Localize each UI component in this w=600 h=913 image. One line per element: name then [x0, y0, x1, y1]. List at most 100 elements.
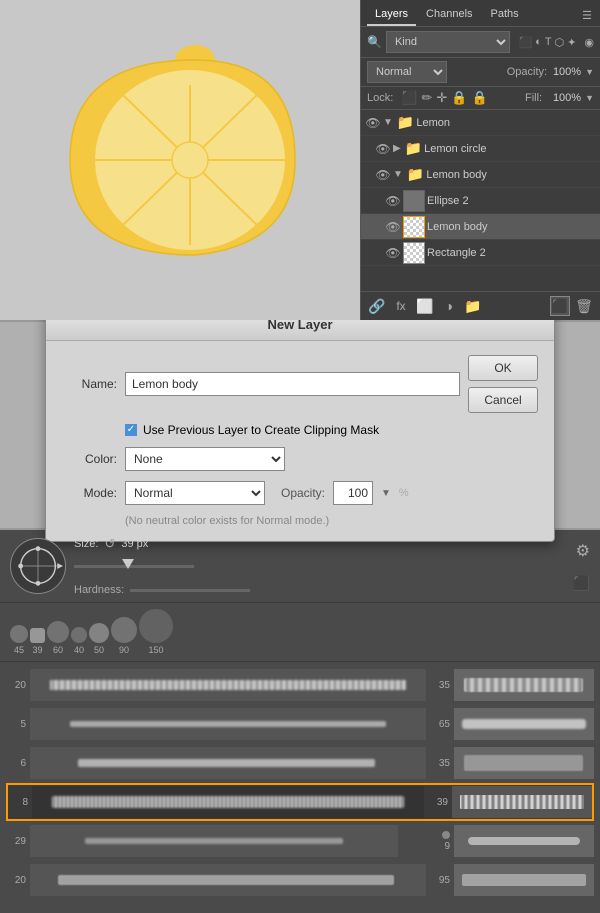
brush-dot: [442, 831, 450, 839]
eye-icon[interactable]: 👁: [365, 115, 381, 131]
tab-layers[interactable]: Layers: [367, 4, 416, 26]
layer-mask-icon[interactable]: ⬜: [415, 296, 435, 316]
lock-artboard-icon[interactable]: 🔒: [451, 90, 467, 106]
expand-arrow[interactable]: ▶: [393, 143, 401, 154]
dialog-section: New Layer Name: OK Cancel ✓ Use Previous…: [0, 320, 600, 530]
folder-icon: 📁: [407, 166, 424, 183]
panel-menu-icon[interactable]: ☰: [580, 8, 594, 22]
mode-opacity-row: Normal Opacity: 100% ▼: [361, 58, 600, 87]
checkbox-label: Use Previous Layer to Create Clipping Ma…: [143, 423, 379, 437]
opacity-label: Opacity:: [281, 486, 325, 500]
opacity-input[interactable]: [333, 481, 373, 505]
expand-arrow[interactable]: ▼: [383, 117, 393, 128]
brush-extra-icon[interactable]: ⬛: [573, 575, 590, 592]
mode-select[interactable]: Normal: [125, 481, 265, 505]
lock-transparent-icon[interactable]: ⬛: [401, 90, 417, 106]
layer-effects-icon[interactable]: fx: [391, 296, 411, 316]
eye-icon[interactable]: 👁: [375, 141, 391, 157]
brush-preset-icon[interactable]: 50: [89, 623, 109, 655]
brush-size-right: 95: [430, 875, 450, 886]
clipping-mask-checkbox[interactable]: ✓: [125, 424, 137, 436]
list-item[interactable]: 👁 Ellipse 2: [361, 188, 600, 214]
link-layers-icon[interactable]: 🔗: [367, 296, 387, 316]
lock-image-icon[interactable]: ✏: [421, 90, 432, 106]
brush-preset-icon[interactable]: 60: [47, 621, 69, 655]
smart-filter-icon[interactable]: ✦: [567, 36, 576, 49]
brush-preset-size: 45: [14, 645, 24, 655]
brush-preset-size: 150: [148, 645, 163, 655]
cancel-button[interactable]: Cancel: [468, 387, 538, 413]
lock-fill-row: Lock: ⬛ ✏ ✛ 🔒 🔒 Fill: 100% ▼: [361, 87, 600, 110]
brush-preset-icon[interactable]: 40: [71, 627, 87, 655]
brush-list-row[interactable]: 20 95: [6, 861, 594, 899]
brush-num: 5: [6, 719, 26, 730]
layer-name: Lemon circle: [424, 143, 596, 155]
tab-channels[interactable]: Channels: [418, 4, 480, 26]
delete-layer-icon[interactable]: 🗑: [574, 296, 594, 316]
brush-list-row[interactable]: 20 35: [6, 666, 594, 704]
shape-filter-icon[interactable]: ⬡: [555, 36, 565, 49]
brush-preset-icon[interactable]: 150: [139, 609, 173, 655]
brush-list: 20 35 5 65 6 35: [0, 662, 600, 913]
eye-icon[interactable]: 👁: [385, 219, 401, 235]
group-layers-icon[interactable]: 📁: [463, 296, 483, 316]
mode-select[interactable]: Normal: [367, 61, 447, 83]
layer-thumbnail: [403, 242, 425, 264]
dialog-buttons: OK Cancel: [468, 355, 538, 413]
ok-button[interactable]: OK: [468, 355, 538, 381]
adjustment-filter-icon[interactable]: ◐: [535, 36, 542, 48]
filter-toggle[interactable]: ◉: [584, 36, 594, 49]
kind-select[interactable]: Kind: [386, 31, 511, 53]
opacity-arrow[interactable]: ▼: [585, 67, 594, 77]
brush-list-row[interactable]: 8 39 Dry Brush 1 #2: [6, 783, 594, 821]
adjustment-icon[interactable]: ◑: [439, 296, 459, 316]
brush-settings-icon[interactable]: ⚙: [576, 541, 590, 561]
size-label: Size:: [74, 538, 98, 550]
name-label: Name:: [62, 377, 117, 391]
list-item[interactable]: 👁 ▶ 📁 Lemon circle: [361, 136, 600, 162]
tab-paths[interactable]: Paths: [483, 4, 527, 26]
opacity-arrow[interactable]: ▼: [381, 488, 391, 499]
expand-arrow[interactable]: ▼: [393, 169, 403, 180]
lock-position-icon[interactable]: ✛: [436, 90, 447, 106]
list-item[interactable]: 👁 Lemon body: [361, 214, 600, 240]
brush-preview-left: [30, 669, 426, 701]
brush-preset-size: 50: [94, 645, 104, 655]
size-reset-btn[interactable]: ↺: [104, 536, 115, 552]
folder-icon: 📁: [397, 114, 414, 131]
name-row: Name: OK Cancel: [62, 355, 538, 413]
brush-preset-icon[interactable]: 45: [10, 625, 28, 655]
mode-row: Mode: Normal Opacity: ▼ %: [62, 481, 538, 505]
eye-icon[interactable]: 👁: [375, 167, 391, 183]
size-slider-thumb[interactable]: [122, 559, 134, 569]
eye-icon[interactable]: 👁: [385, 245, 401, 261]
type-filter-icon[interactable]: T: [545, 36, 552, 48]
new-layer-icon[interactable]: ⬛: [550, 296, 570, 316]
list-item[interactable]: 👁 ▼ 📁 Lemon body: [361, 162, 600, 188]
checkbox-row: ✓ Use Previous Layer to Create Clipping …: [62, 423, 538, 437]
list-item[interactable]: 👁 Rectangle 2: [361, 240, 600, 266]
brush-preset-icon[interactable]: 39: [30, 628, 45, 655]
brush-list-row[interactable]: 29 9: [6, 822, 594, 860]
brush-panel-controls: ⚙ ⬛: [573, 541, 590, 592]
fill-arrow[interactable]: ▼: [585, 93, 594, 103]
pixel-filter-icon[interactable]: ⬛: [518, 36, 532, 49]
hardness-slider[interactable]: [130, 589, 250, 592]
hardness-row: Hardness:: [74, 584, 565, 596]
brush-preset-icon[interactable]: 90: [111, 617, 137, 655]
layers-tabs: Layers Channels Paths ☰: [361, 0, 600, 27]
brush-list-row[interactable]: 5 65: [6, 705, 594, 743]
brush-preset-size: 60: [53, 645, 63, 655]
eye-icon[interactable]: 👁: [385, 193, 401, 209]
layer-name: Rectangle 2: [427, 247, 596, 259]
color-label: Color:: [62, 452, 117, 466]
layer-name: Lemon body: [427, 221, 596, 233]
size-slider[interactable]: [74, 556, 565, 576]
lock-label: Lock:: [367, 92, 393, 104]
name-input[interactable]: [125, 372, 460, 396]
brush-list-row[interactable]: 6 35: [6, 744, 594, 782]
color-select[interactable]: None: [125, 447, 285, 471]
list-item[interactable]: 👁 ▼ 📁 Lemon: [361, 110, 600, 136]
lock-all-icon[interactable]: 🔒: [471, 90, 487, 106]
brush-preview-right: [454, 669, 594, 701]
